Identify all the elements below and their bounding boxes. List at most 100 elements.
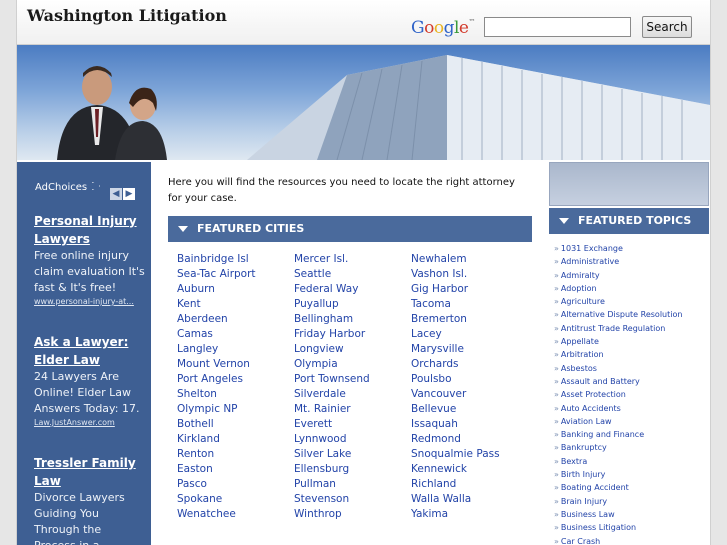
city-link[interactable]: Puyallup xyxy=(294,297,370,312)
city-link[interactable]: Mount Vernon xyxy=(177,357,256,372)
city-link[interactable]: Bremerton xyxy=(411,312,500,327)
topic-link[interactable]: » Asset Protection xyxy=(554,388,709,401)
topic-label: Business Law xyxy=(560,509,615,519)
topic-link[interactable]: » Business Litigation xyxy=(554,521,709,534)
city-link[interactable]: Silverdale xyxy=(294,387,370,402)
city-link[interactable]: Wenatchee xyxy=(177,507,256,522)
topic-link[interactable]: » Auto Accidents xyxy=(554,402,709,415)
city-link[interactable]: Vashon Isl. xyxy=(411,267,500,282)
city-link[interactable]: Port Angeles xyxy=(177,372,256,387)
city-link[interactable]: Kirkland xyxy=(177,432,256,447)
city-link[interactable]: Auburn xyxy=(177,282,256,297)
city-link[interactable]: Newhalem xyxy=(411,252,500,267)
city-link[interactable]: Pullman xyxy=(294,477,370,492)
topic-link[interactable]: » Asbestos xyxy=(554,362,709,375)
topic-link[interactable]: » Arbitration xyxy=(554,348,709,361)
google-letter: o xyxy=(424,18,434,38)
city-link[interactable]: Redmond xyxy=(411,432,500,447)
search-input[interactable] xyxy=(484,17,631,37)
city-link[interactable]: Bellingham xyxy=(294,312,370,327)
city-link[interactable]: Winthrop xyxy=(294,507,370,522)
ad-title[interactable]: Personal Injury Lawyers xyxy=(34,212,146,248)
bullet-icon: » xyxy=(554,403,559,413)
city-link[interactable]: Marysville xyxy=(411,342,500,357)
city-link[interactable]: Spokane xyxy=(177,492,256,507)
topic-link[interactable]: » Aviation Law xyxy=(554,415,709,428)
city-link[interactable]: Orchards xyxy=(411,357,500,372)
topic-link[interactable]: » Bextra xyxy=(554,455,709,468)
topic-link[interactable]: » Administrative xyxy=(554,255,709,268)
adchoices-link[interactable]: AdChoices xyxy=(35,182,101,193)
topic-link[interactable]: » Car Crash xyxy=(554,535,709,545)
topic-link[interactable]: » Alternative Dispute Resolution xyxy=(554,308,709,321)
city-link[interactable]: Snoqualmie Pass xyxy=(411,447,500,462)
topic-link[interactable]: » Appellate xyxy=(554,335,709,348)
topic-link[interactable]: » Bankruptcy xyxy=(554,441,709,454)
city-column: Newhalem Vashon Isl. Gig Harbor Tacoma Breme… xyxy=(411,252,500,522)
city-link[interactable]: Richland xyxy=(411,477,500,492)
topic-link[interactable]: » Agriculture xyxy=(554,295,709,308)
ad-url[interactable]: www.personal-injury-at... xyxy=(34,296,146,308)
city-link[interactable]: Camas xyxy=(177,327,256,342)
city-link[interactable]: Issaquah xyxy=(411,417,500,432)
topic-link[interactable]: » 1031 Exchange xyxy=(554,242,709,255)
topic-link[interactable]: » Business Law xyxy=(554,508,709,521)
city-link[interactable]: Langley xyxy=(177,342,256,357)
city-link[interactable]: Shelton xyxy=(177,387,256,402)
city-link[interactable]: Mercer Isl. xyxy=(294,252,370,267)
city-link[interactable]: Vancouver xyxy=(411,387,500,402)
city-link[interactable]: Walla Walla xyxy=(411,492,500,507)
city-link[interactable]: Renton xyxy=(177,447,256,462)
city-link[interactable]: Bellevue xyxy=(411,402,500,417)
ad-url[interactable]: Law.JustAnswer.com xyxy=(34,417,146,429)
city-link[interactable]: Sea-Tac Airport xyxy=(177,267,256,282)
city-link[interactable]: Kent xyxy=(177,297,256,312)
city-link[interactable]: Yakima xyxy=(411,507,500,522)
city-link[interactable]: Easton xyxy=(177,462,256,477)
city-link[interactable]: Longview xyxy=(294,342,370,357)
city-link[interactable]: Friday Harbor xyxy=(294,327,370,342)
city-link[interactable]: Olympic NP xyxy=(177,402,256,417)
ad-next-icon[interactable]: ▶ xyxy=(123,188,135,200)
city-link[interactable]: Stevenson xyxy=(294,492,370,507)
city-link[interactable]: Olympia xyxy=(294,357,370,372)
ad-title[interactable]: Ask a Lawyer: Elder Law xyxy=(34,333,146,369)
topic-link[interactable]: » Brain Injury xyxy=(554,495,709,508)
city-link[interactable]: Tacoma xyxy=(411,297,500,312)
topic-link[interactable]: » Birth Injury xyxy=(554,468,709,481)
bullet-icon: » xyxy=(554,523,559,533)
city-link[interactable]: Seattle xyxy=(294,267,370,282)
site-title[interactable]: Washington Litigation xyxy=(27,6,227,25)
city-link[interactable]: Kennewick xyxy=(411,462,500,477)
city-link[interactable]: Gig Harbor xyxy=(411,282,500,297)
google-tm: ™ xyxy=(468,18,475,26)
topic-link[interactable]: » Boating Accident xyxy=(554,481,709,494)
city-link[interactable]: Mt. Rainier xyxy=(294,402,370,417)
bullet-icon: » xyxy=(554,483,559,493)
city-link[interactable]: Federal Way xyxy=(294,282,370,297)
topic-link[interactable]: » Antitrust Trade Regulation xyxy=(554,322,709,335)
left-gutter xyxy=(0,0,17,545)
topic-label: Boating Accident xyxy=(560,483,629,493)
search-button[interactable]: Search xyxy=(642,16,692,38)
ad-item: Tressler Family Law Divorce Lawyers Guid… xyxy=(34,454,146,545)
city-link[interactable]: Pasco xyxy=(177,477,256,492)
city-link[interactable]: Lynnwood xyxy=(294,432,370,447)
city-link[interactable]: Bainbridge Isl xyxy=(177,252,256,267)
city-link[interactable]: Bothell xyxy=(177,417,256,432)
city-link[interactable]: Port Townsend xyxy=(294,372,370,387)
topic-label: Banking and Finance xyxy=(560,430,645,440)
sidebar-ad-slot xyxy=(549,162,709,206)
city-link[interactable]: Ellensburg xyxy=(294,462,370,477)
city-link[interactable]: Poulsbo xyxy=(411,372,500,387)
city-link[interactable]: Everett xyxy=(294,417,370,432)
city-link[interactable]: Lacey xyxy=(411,327,500,342)
city-link[interactable]: Silver Lake xyxy=(294,447,370,462)
city-link[interactable]: Aberdeen xyxy=(177,312,256,327)
ad-title[interactable]: Tressler Family Law xyxy=(34,454,146,490)
topic-link[interactable]: » Banking and Finance xyxy=(554,428,709,441)
topic-link[interactable]: » Adoption xyxy=(554,282,709,295)
topic-link[interactable]: » Assault and Battery xyxy=(554,375,709,388)
topic-link[interactable]: » Admiralty xyxy=(554,269,709,282)
ad-prev-icon[interactable]: ◀ xyxy=(110,188,122,200)
